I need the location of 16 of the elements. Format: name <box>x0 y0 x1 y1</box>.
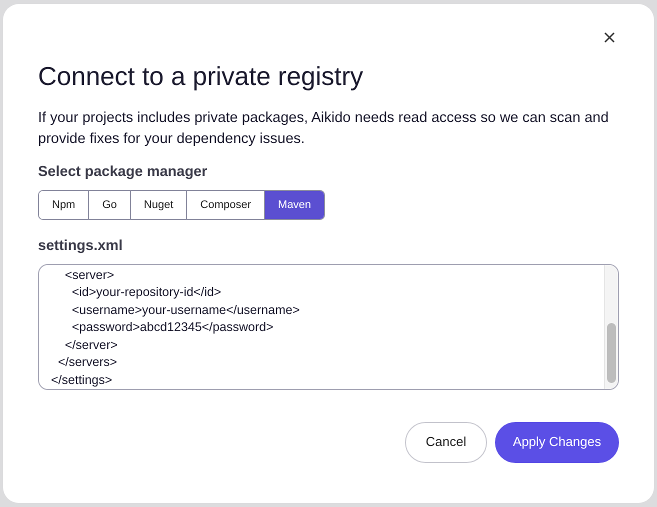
dialog-title: Connect to a private registry <box>38 60 364 93</box>
segment-tab[interactable]: Maven <box>264 190 324 219</box>
code-line: <server> <box>64 266 116 284</box>
code-line: </settings> <box>51 372 114 389</box>
code-line: </server> <box>64 336 119 354</box>
cancel-button[interactable]: Cancel <box>405 422 487 463</box>
apply-button[interactable]: Apply Changes <box>495 422 619 463</box>
description: If your projects includes private packages, Aikido needs read access so we can scan and provide fixes for your dependency issues. <box>38 109 610 150</box>
section-label: Select package manager <box>38 163 208 182</box>
code-editor[interactable]: <server> <id>your-repository-id</id> <username>your-username</username> <password>abcd12345</password> </server> </servers> </settings> <box>38 264 619 390</box>
code-line: <password>abcd12345</password> <box>70 319 274 336</box>
file-label: settings.xml <box>38 236 124 256</box>
scrollbar[interactable] <box>604 264 618 389</box>
code-line: </servers> <box>56 354 118 372</box>
code-line: <id>your-repository-id</id> <box>70 284 222 302</box>
code-line: <username>your-username</username> <box>70 302 301 319</box>
